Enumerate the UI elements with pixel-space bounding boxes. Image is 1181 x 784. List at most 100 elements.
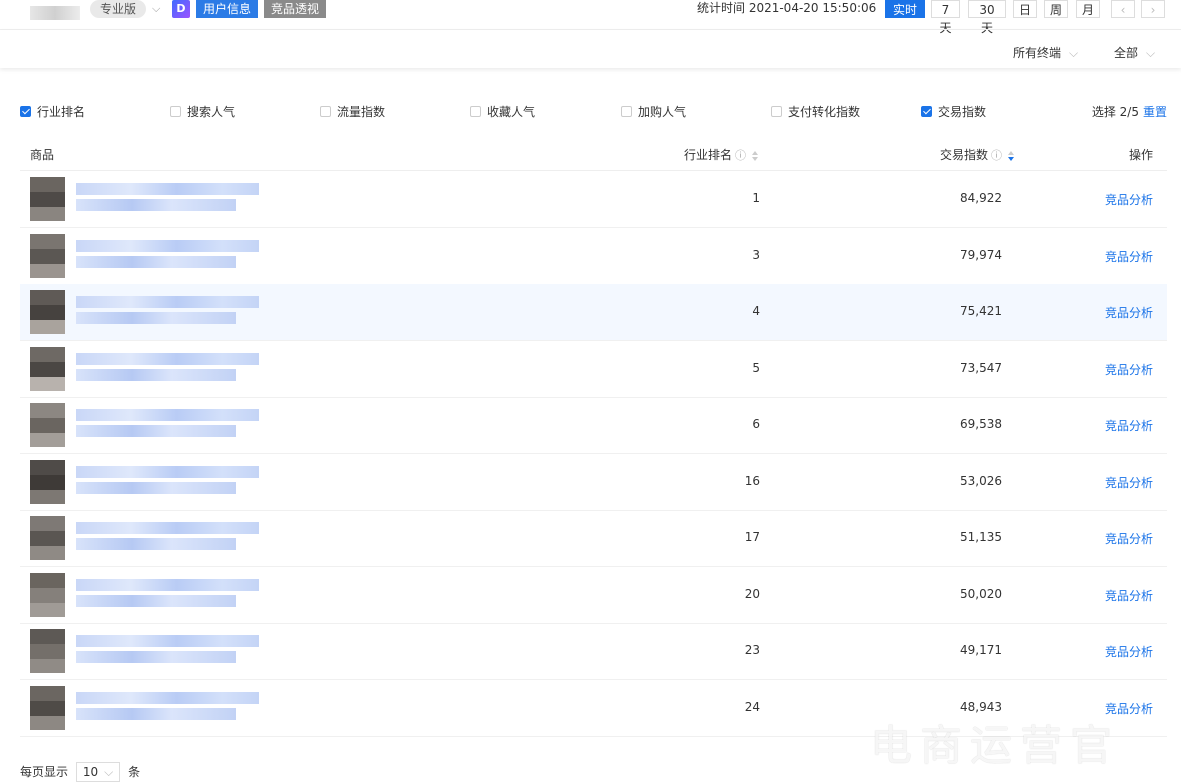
competitor-analysis-link[interactable]: 竞品分析 [1105,587,1153,604]
range-day-button[interactable]: 日 [1013,0,1037,18]
product-title[interactable] [76,465,259,496]
competitor-analysis-link[interactable]: 竞品分析 [1105,417,1153,434]
checkbox-icon[interactable] [771,106,782,117]
range-7d-button[interactable]: 7天 [931,0,960,35]
checkbox-icon[interactable] [170,106,181,117]
metric-payment-conversion[interactable]: 支付转化指数 [771,103,860,120]
trade-index-cell: 51,135 [960,530,1002,544]
product-image[interactable] [30,233,65,278]
table-row[interactable]: 5 73,547 竞品分析 [20,341,1167,398]
help-icon[interactable]: ⓘ [991,149,1002,162]
product-image[interactable] [30,177,65,221]
chevron-down-icon[interactable]: ⌵ [152,0,160,18]
rank-cell: 24 [744,699,760,714]
table-header: 商品 行业排名 ⓘ 交易指数 ⓘ 操作 [20,140,1167,171]
metric-label: 搜索人气 [187,105,236,119]
checkbox-icon[interactable] [320,106,331,117]
sort-icon[interactable] [752,150,759,161]
column-rank-label: 行业排名 [684,148,733,162]
rank-cell: 23 [744,643,760,657]
checkbox-checked-icon[interactable] [921,106,932,117]
page-size-control: 每页显示 10 ⌵ 条 [20,762,140,782]
metric-traffic-index[interactable]: 流量指数 [320,103,385,120]
tab-user-info[interactable]: 用户信息 [196,0,259,18]
product-title[interactable] [76,183,259,213]
terminal-select[interactable]: 所有终端 ⌵ [1013,44,1078,61]
competitor-analysis-link[interactable]: 竞品分析 [1105,248,1153,265]
trade-index-cell: 49,171 [960,643,1002,657]
checkbox-checked-icon[interactable] [20,106,31,117]
metric-cart-popularity[interactable]: 加购人气 [621,103,686,120]
top-bar: 专业版 ⌵ D 用户信息 竞品透视 统计时间 2021-04-20 15:50:… [0,0,1181,35]
metric-label: 流量指数 [337,105,386,119]
selection-count-text: 选择 2/5 [1091,105,1139,119]
sort-desc-icon[interactable] [1008,150,1015,161]
product-title[interactable] [76,691,259,722]
tab-competitor-view[interactable]: 竞品透视 [264,0,327,18]
metric-industry-rank[interactable]: 行业排名 [20,103,85,120]
product-image[interactable] [30,346,65,391]
metric-selector: 行业排名 搜索人气 流量指数 收藏人气 加购人气 支付转化指数 交易指数 [0,103,1181,119]
trade-index-cell: 79,974 [960,247,1002,262]
brand-icon[interactable]: D [172,0,190,18]
metric-label: 交易指数 [938,105,987,119]
rank-cell: 4 [752,304,760,318]
range-week-button[interactable]: 周 [1044,0,1068,18]
page-size-select[interactable]: 10 ⌵ [75,762,121,782]
column-rank[interactable]: 行业排名 ⓘ [684,146,759,163]
product-image[interactable] [30,685,65,730]
shop-logo [30,6,80,20]
column-trade-index[interactable]: 交易指数 ⓘ [940,146,1015,163]
next-icon[interactable]: › [1141,0,1165,18]
table-row[interactable]: 20 50,020 竞品分析 [20,567,1167,624]
table-row[interactable]: 4 75,421 竞品分析 [20,284,1167,341]
competitor-analysis-link[interactable]: 竞品分析 [1105,530,1153,547]
trade-index-cell: 84,922 [960,191,1002,205]
rank-cell: 1 [752,191,760,205]
metric-label: 行业排名 [37,105,86,119]
product-image[interactable] [30,629,65,673]
scope-select[interactable]: 全部 ⌵ [1114,44,1155,61]
product-image[interactable] [30,572,65,617]
product-title[interactable] [76,296,259,326]
chevron-down-icon: ⌵ [1146,46,1156,60]
trade-index-cell: 50,020 [960,586,1002,601]
product-image[interactable] [30,290,65,334]
metric-search-popularity[interactable]: 搜索人气 [170,103,235,120]
range-month-button[interactable]: 月 [1076,0,1100,18]
range-realtime-button[interactable]: 实时 [885,0,925,18]
product-title[interactable] [76,352,259,383]
table-row[interactable]: 6 69,538 竞品分析 [20,397,1167,454]
product-title[interactable] [76,409,259,439]
competitor-analysis-link[interactable]: 竞品分析 [1105,304,1153,321]
table-row[interactable]: 3 79,974 竞品分析 [20,228,1167,285]
checkbox-icon[interactable] [621,106,632,117]
metric-trade-index[interactable]: 交易指数 [921,103,986,120]
product-title[interactable] [76,635,259,665]
product-title[interactable] [76,522,259,552]
product-image[interactable] [30,516,65,560]
table-row[interactable]: 23 49,171 竞品分析 [20,623,1167,680]
product-image[interactable] [30,459,65,504]
table-row[interactable]: 16 53,026 竞品分析 [20,454,1167,511]
metric-favorite-popularity[interactable]: 收藏人气 [470,103,535,120]
product-title[interactable] [76,239,259,270]
column-trade-index-label: 交易指数 [940,148,989,162]
competitor-analysis-link[interactable]: 竞品分析 [1105,474,1153,491]
product-title[interactable] [76,578,259,609]
metric-label: 支付转化指数 [788,105,861,119]
edition-badge[interactable]: 专业版 [90,0,147,18]
table-row[interactable]: 1 84,922 竞品分析 [20,171,1167,228]
metric-label: 收藏人气 [487,105,536,119]
page-size-value: 10 [82,765,99,779]
checkbox-icon[interactable] [470,106,481,117]
competitor-analysis-link[interactable]: 竞品分析 [1105,191,1153,208]
prev-icon[interactable]: ‹ [1111,0,1135,18]
competitor-analysis-link[interactable]: 竞品分析 [1105,361,1153,378]
help-icon[interactable]: ⓘ [735,149,746,162]
product-image[interactable] [30,403,65,447]
table-row[interactable]: 17 51,135 竞品分析 [20,510,1167,567]
competitor-analysis-link[interactable]: 竞品分析 [1105,643,1153,660]
range-30d-button[interactable]: 30天 [968,0,1006,35]
reset-link[interactable]: 重置 [1143,105,1167,119]
